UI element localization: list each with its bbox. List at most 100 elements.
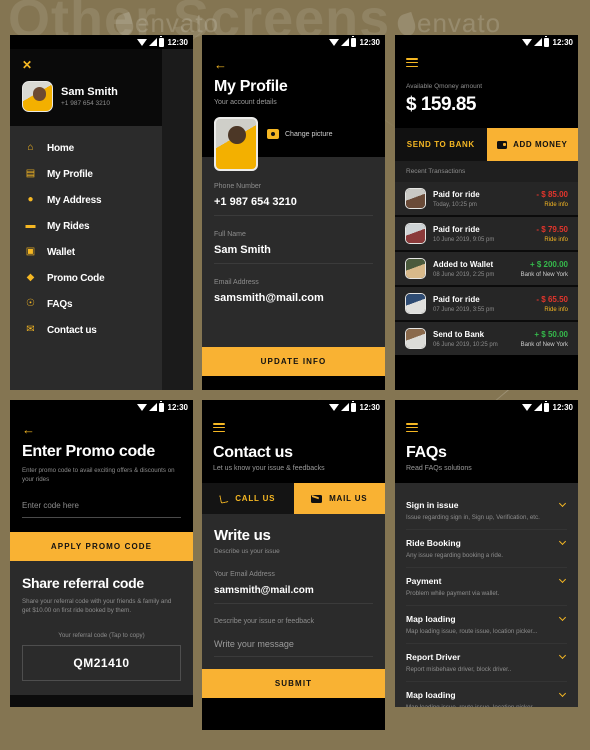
- location-icon: ●: [27, 194, 34, 205]
- drawer-user[interactable]: Sam Smith +1 987 654 3210: [22, 81, 152, 112]
- transaction-amount: - $ 85.00: [536, 190, 568, 200]
- wifi-icon: [521, 38, 532, 46]
- sidebar-item-home[interactable]: ⌂ Home: [10, 135, 162, 161]
- faq-header: FAQs Read FAQs solutions: [395, 414, 578, 484]
- avatar: [405, 258, 426, 280]
- referral-code[interactable]: QM21410: [22, 644, 181, 681]
- email-field[interactable]: Email Address samsmith@mail.com: [214, 279, 373, 311]
- faq-item-payment[interactable]: Payment Problem while payment via wallet…: [406, 568, 567, 607]
- table-row[interactable]: Paid for ride 10 June 2019, 9:05 pm - $ …: [395, 217, 578, 253]
- page-subtitle: Your account details: [214, 99, 277, 106]
- field-value: +1 987 654 3210: [214, 196, 297, 208]
- battery-icon: [543, 35, 549, 47]
- hamburger-icon[interactable]: [406, 58, 418, 69]
- hamburger-icon[interactable]: [406, 423, 418, 434]
- add-money-button[interactable]: ADD MONEY: [486, 128, 578, 162]
- screen-wallet: 12:30 Available Qmoney amount $ 159.85 S…: [395, 35, 578, 390]
- help-icon: ☉: [26, 298, 35, 309]
- sidebar-item-faqs[interactable]: ☉ FAQs: [10, 291, 162, 317]
- ride-info-link[interactable]: Ride info: [536, 237, 568, 243]
- email-field[interactable]: Your Email Address samsmith@mail.com: [214, 571, 373, 605]
- drawer-menu: ⌂ Home ▤ My Profile ● My Address ▬ My Ri…: [10, 126, 162, 343]
- avatar: [405, 188, 426, 210]
- faq-answer: Report misbehave driver, block driver..: [406, 666, 512, 674]
- write-us-title: Write us: [214, 527, 271, 545]
- page-title: Contact us: [213, 444, 293, 462]
- share-code-button[interactable]: SHARE CODE: [10, 694, 193, 707]
- sidebar-item-my-address[interactable]: ● My Address: [10, 187, 162, 213]
- sidebar-item-my-rides[interactable]: ▬ My Rides: [10, 213, 162, 239]
- page-subtitle: Let us know your issue & feedbacks: [213, 465, 325, 473]
- ride-info-link[interactable]: Ride info: [536, 307, 568, 313]
- ride-info-link[interactable]: Ride info: [536, 202, 568, 208]
- transaction-title: Send to Bank: [433, 330, 485, 340]
- wallet-header: Available Qmoney amount $ 159.85: [395, 49, 578, 129]
- battery-icon: [158, 400, 164, 412]
- transaction-date: 06 June 2019, 10:25 pm: [433, 341, 498, 348]
- field-value: samsmith@mail.com: [214, 585, 314, 597]
- back-arrow-icon[interactable]: ←: [214, 58, 227, 71]
- wallet-icon: ▣: [25, 246, 36, 257]
- page-subtitle: Enter promo code to avail exciting offer…: [22, 467, 175, 484]
- table-row[interactable]: Added to Wallet 08 June 2019, 2:25 pm + …: [395, 252, 578, 288]
- sidebar-item-contact-us[interactable]: ✉ Contact us: [10, 317, 162, 343]
- faq-list: Sign in issue Issue regarding sign in, S…: [395, 483, 578, 707]
- transaction-source: Bank of New York: [520, 271, 568, 278]
- poster-canvas: Other Screens envato envato envato envat…: [0, 0, 590, 750]
- status-time: 12:30: [552, 37, 573, 47]
- add-money-label: ADD MONEY: [513, 140, 568, 150]
- status-time: 12:30: [552, 402, 573, 412]
- promo-code-input[interactable]: Enter code here: [22, 501, 181, 518]
- signal-icon: [533, 38, 542, 46]
- promo-header: ← Enter Promo code Enter promo code to a…: [10, 414, 193, 532]
- transaction-date: 07 June 2019, 3:55 pm: [433, 306, 495, 313]
- faq-item-map-loading[interactable]: Map loading Map loading issue, route iss…: [406, 606, 567, 645]
- phone-field[interactable]: Phone Number +1 987 654 3210: [214, 183, 373, 216]
- submit-button[interactable]: SUBMIT: [202, 669, 385, 699]
- home-icon: ⌂: [27, 142, 34, 153]
- faq-question: Map loading: [406, 614, 456, 625]
- screen-faqs: 12:30 FAQs Read FAQs solutions Sign in i…: [395, 400, 578, 707]
- call-us-button[interactable]: CALL US: [202, 483, 294, 515]
- table-row[interactable]: Send to Bank 06 June 2019, 10:25 pm + $ …: [395, 322, 578, 356]
- call-us-label: CALL US: [235, 494, 276, 504]
- update-info-button[interactable]: UPDATE INFO: [202, 347, 385, 376]
- recent-transactions-label: Recent Transactions: [395, 161, 578, 183]
- faq-item-map-loading-2[interactable]: Map loading Map loading issue, route iss…: [406, 682, 567, 707]
- sidebar-item-wallet[interactable]: ▣ Wallet: [10, 239, 162, 265]
- signal-icon: [340, 38, 349, 46]
- balance-label: Available Qmoney amount: [406, 83, 483, 91]
- avatar: [405, 223, 426, 245]
- mail-icon: ✉: [26, 324, 35, 335]
- page-title: FAQs: [406, 444, 447, 462]
- close-icon[interactable]: ✕: [22, 59, 152, 71]
- back-arrow-icon[interactable]: ←: [22, 423, 35, 436]
- drawer-panel: ✕ Sam Smith +1 987 654 3210 ⌂ Home ▤ My …: [10, 49, 162, 390]
- user-phone: +1 987 654 3210: [61, 100, 110, 107]
- mail-us-button[interactable]: MAIL US: [293, 483, 385, 515]
- avatar: [22, 81, 53, 112]
- full-name-field[interactable]: Full Name Sam Smith: [214, 231, 373, 264]
- screen-my-profile: 12:30 ← My Profile Your account details …: [202, 35, 385, 390]
- change-picture-button[interactable]: Change picture: [267, 129, 332, 139]
- field-value: samsmith@mail.com: [214, 292, 324, 304]
- sidebar-item-label: Wallet: [47, 246, 75, 258]
- table-row[interactable]: Paid for ride Today, 10:25 pm - $ 85.00 …: [395, 182, 578, 218]
- faq-answer: Issue regarding sign in, Sign up, Verifi…: [406, 514, 540, 522]
- sidebar-item-my-profile[interactable]: ▤ My Profile: [10, 161, 162, 187]
- hamburger-icon[interactable]: [213, 423, 225, 434]
- message-field[interactable]: Describe your issue or feedback Write yo…: [214, 618, 373, 658]
- referral-description: Share your referral code with your frien…: [22, 597, 172, 615]
- faq-item-sign-in-issue[interactable]: Sign in issue Issue regarding sign in, S…: [406, 492, 567, 531]
- apply-promo-button[interactable]: APPLY PROMO CODE: [10, 531, 193, 561]
- wallet-actions: SEND TO BANK ADD MONEY: [395, 128, 578, 162]
- profile-form: Phone Number +1 987 654 3210 Full Name S…: [202, 157, 385, 347]
- field-label: Your Email Address: [214, 571, 275, 579]
- sidebar-item-promo-code[interactable]: ◆ Promo Code: [10, 265, 162, 291]
- send-to-bank-button[interactable]: SEND TO BANK: [395, 128, 487, 162]
- faq-item-report-driver[interactable]: Report Driver Report misbehave driver, b…: [406, 644, 567, 683]
- sidebar-item-label: Contact us: [47, 324, 97, 336]
- faq-item-ride-booking[interactable]: Ride Booking Any issue regarding booking…: [406, 530, 567, 569]
- faq-question: Ride Booking: [406, 538, 461, 549]
- table-row[interactable]: Paid for ride 07 June 2019, 3:55 pm - $ …: [395, 287, 578, 323]
